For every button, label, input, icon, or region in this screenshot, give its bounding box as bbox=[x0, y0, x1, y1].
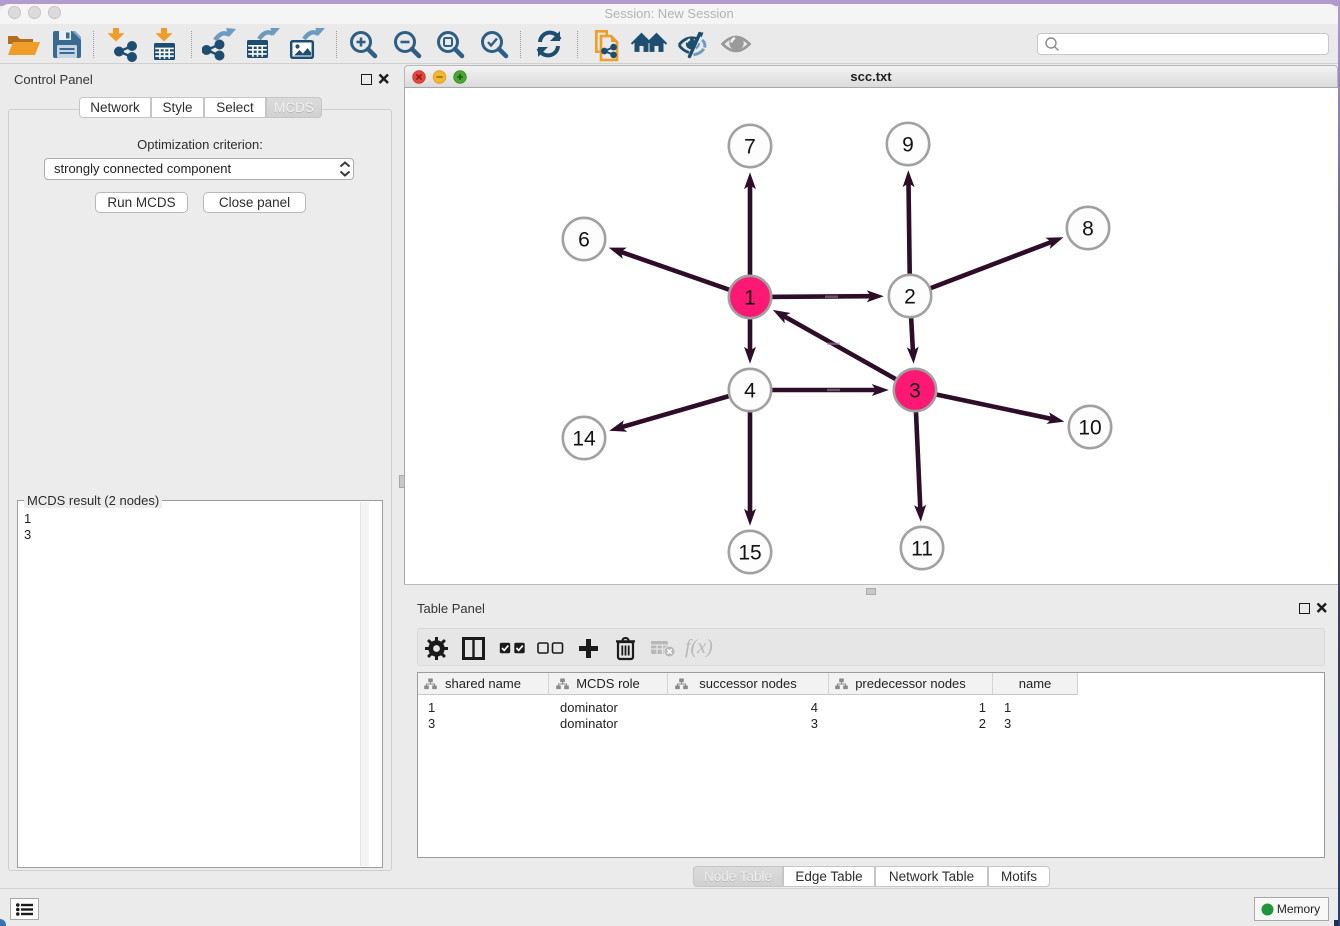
svg-text:14: 14 bbox=[572, 427, 596, 450]
svg-text:6: 6 bbox=[578, 228, 590, 251]
svg-text:3: 3 bbox=[909, 379, 921, 402]
svg-text:15: 15 bbox=[738, 541, 761, 564]
svg-text:10: 10 bbox=[1078, 416, 1101, 439]
svg-text:8: 8 bbox=[1082, 217, 1094, 240]
svg-text:11: 11 bbox=[911, 537, 933, 560]
svg-text:7: 7 bbox=[744, 135, 756, 158]
svg-text:1: 1 bbox=[744, 286, 756, 309]
svg-text:9: 9 bbox=[902, 133, 914, 156]
svg-text:2: 2 bbox=[904, 285, 916, 308]
svg-text:4: 4 bbox=[744, 379, 756, 402]
